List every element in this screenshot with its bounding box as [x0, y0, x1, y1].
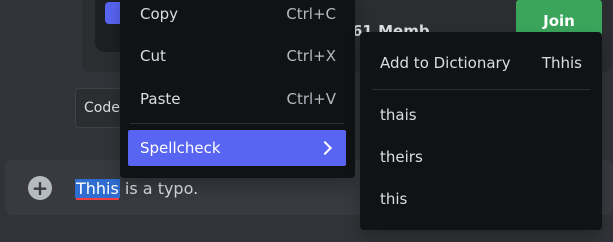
suggestion-label: thais	[380, 106, 417, 124]
add-attachment-icon[interactable]: +	[28, 176, 52, 200]
menu-item-spellcheck[interactable]: Spellcheck	[128, 130, 346, 166]
suggestion-label: this	[380, 190, 408, 208]
dictionary-word: Thhis	[541, 54, 582, 72]
menu-item-shortcut: Ctrl+V	[286, 90, 336, 108]
context-menu: Copy Ctrl+C Cut Ctrl+X Paste Ctrl+V Spel…	[120, 0, 355, 178]
menu-item-paste[interactable]: Paste Ctrl+V	[128, 81, 346, 117]
suggestion-item[interactable]: this	[368, 181, 594, 217]
chevron-right-icon	[317, 140, 333, 156]
message-input[interactable]: Thhis is a typo.	[75, 176, 198, 200]
suggestion-item[interactable]: theirs	[368, 139, 594, 175]
menu-item-copy[interactable]: Copy Ctrl+C	[128, 0, 346, 32]
menu-item-shortcut: Ctrl+C	[286, 5, 336, 23]
add-to-dictionary-item[interactable]: Add to Dictionary Thhis	[368, 45, 594, 81]
submenu-divider	[372, 89, 590, 90]
spellcheck-submenu: Add to Dictionary Thhis thais theirs thi…	[360, 32, 602, 230]
menu-divider	[130, 123, 344, 124]
menu-item-label: Paste	[140, 90, 181, 108]
suggestion-item[interactable]: thais	[368, 97, 594, 133]
misspelled-word[interactable]: Thhis	[75, 178, 120, 198]
suggestion-label: theirs	[380, 148, 423, 166]
message-text: is a typo.	[119, 178, 199, 198]
menu-item-cut[interactable]: Cut Ctrl+X	[128, 38, 346, 74]
menu-item-label: Copy	[140, 5, 179, 23]
menu-item-shortcut: Ctrl+X	[286, 47, 336, 65]
add-to-dictionary-label: Add to Dictionary	[380, 54, 511, 72]
menu-item-label: Cut	[140, 47, 166, 65]
menu-item-label: Spellcheck	[140, 139, 221, 157]
